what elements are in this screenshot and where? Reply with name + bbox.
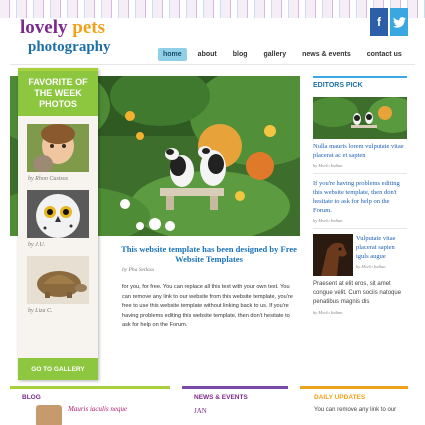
nav-home[interactable]: home (158, 48, 187, 61)
editors-pick-image-2[interactable] (313, 234, 353, 276)
editors-pick-link-1[interactable]: Nulla mauris lorem vulputate vitae place… (313, 142, 407, 160)
editors-pick-title: EDITORS PICK (313, 82, 363, 89)
favorite-photo-2[interactable] (27, 190, 89, 238)
editors-pick-byline-1: by Morlo Indian (313, 163, 343, 168)
social-links: f (370, 8, 408, 36)
favorite-photo-1-credit: by Rhon Custsos (28, 176, 69, 182)
editors-pick-link-3[interactable]: Vulputate vitae placerat sapien iguls au… (356, 234, 407, 261)
logo-word-lovely: lovely (20, 17, 68, 38)
horse-image (313, 234, 353, 276)
favorite-photos-title: FAVORITE OF THE WEEK PHOTOS (18, 71, 98, 116)
editors-pick-link-2[interactable]: If you're having problems editing this w… (313, 179, 407, 215)
facebook-icon[interactable]: f (370, 8, 388, 36)
blog-item-link[interactable]: Mauris iaculis neque (68, 405, 127, 425)
editors-pick-byline-3: by Morlo Indian (356, 264, 386, 269)
dogs-on-bench-thumb (313, 97, 407, 139)
daily-updates-section: DAILY UPDATES You can remove any link to… (300, 386, 408, 425)
nav-gallery[interactable]: gallery (259, 48, 292, 61)
blog-section-title: BLOG (22, 394, 41, 401)
snowy-owl-image (27, 190, 89, 238)
post-body: for you, for free. You can replace all t… (122, 284, 293, 328)
nav-divider (10, 64, 415, 65)
logo-word-photography: photography (28, 39, 111, 55)
editors-pick-text-4: Praesent at elit eros, sit amet congue v… (313, 281, 402, 305)
favorite-photos-panel: FAVORITE OF THE WEEK PHOTOS by Rhon Cust… (18, 68, 98, 380)
decorative-stripes (0, 0, 425, 18)
news-date: JAN (194, 407, 207, 415)
favorite-photo-1[interactable] (27, 124, 89, 172)
main-nav: home about blog gallery news & events co… (158, 48, 407, 61)
nav-blog[interactable]: blog (228, 48, 253, 61)
news-events-title: NEWS & EVENTS (194, 394, 248, 401)
blog-thumb-image[interactable] (36, 405, 62, 425)
news-events-section: NEWS & EVENTS JAN (182, 386, 288, 425)
nav-contact-us[interactable]: contact us (362, 48, 407, 61)
logo-word-pets: pets (72, 17, 105, 38)
nav-about[interactable]: about (193, 48, 222, 61)
daily-updates-title: DAILY UPDATES (314, 394, 366, 401)
logo[interactable]: lovely pets photography (20, 18, 111, 56)
favorite-photo-2-credit: by J.U. (28, 242, 46, 248)
nav-news-events[interactable]: news & events (297, 48, 356, 61)
blog-section: BLOG Mauris iaculis neque (10, 386, 170, 425)
post-byline: by Pha Sellass (122, 267, 155, 273)
twitter-bird-icon (392, 16, 406, 28)
twitter-icon[interactable] (390, 8, 408, 36)
featured-post: This website template has been designed … (120, 244, 298, 331)
post-title[interactable]: This website template has been designed … (120, 244, 298, 264)
editors-pick-accent (313, 76, 407, 78)
editors-pick: EDITORS PICK Nulla mauris lorem vulputat… (313, 76, 407, 315)
editors-pick-image-1[interactable] (313, 97, 407, 139)
editors-pick-byline-2: by Morlo Indian (313, 218, 343, 223)
tortoise-image (27, 256, 89, 304)
editors-pick-byline-4: by Morlo Indian (313, 310, 343, 315)
favorite-photo-3[interactable] (27, 256, 89, 304)
child-with-kitten-image (27, 124, 89, 172)
favorite-photo-3-credit: by Liza C. (28, 308, 53, 314)
daily-updates-text: You can remove any link to our (314, 407, 397, 413)
go-to-gallery-button[interactable]: GO TO GALLERY (18, 358, 98, 380)
